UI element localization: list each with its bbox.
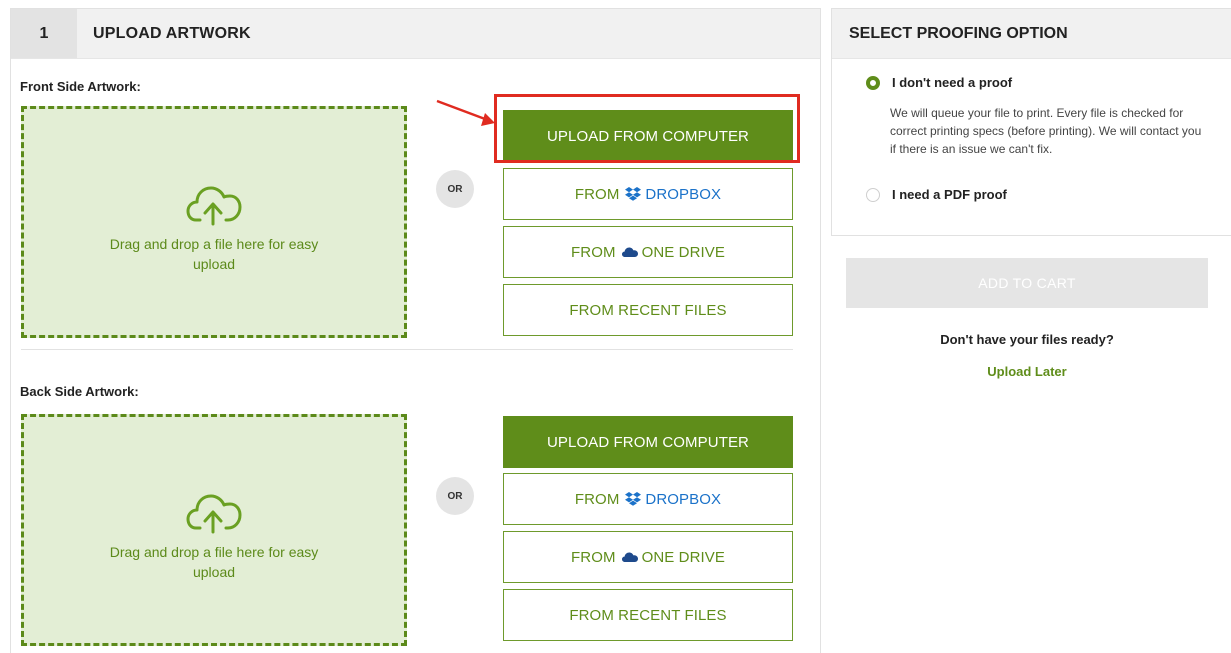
onedrive-icon bbox=[621, 552, 638, 562]
back-dropzone[interactable]: Drag and drop a file here for easy uploa… bbox=[21, 414, 407, 646]
radio-no-proof[interactable] bbox=[866, 75, 880, 90]
front-or-badge: OR bbox=[436, 170, 474, 208]
back-upload-from-computer-button[interactable]: UPLOAD FROM COMPUTER bbox=[503, 416, 793, 468]
dropbox-brand: DROPBOX bbox=[625, 491, 721, 508]
dropbox-brand: DROPBOX bbox=[625, 186, 721, 203]
back-from-onedrive-button[interactable]: FROM ONE DRIVE bbox=[503, 531, 793, 583]
from-label: FROM bbox=[571, 548, 616, 566]
no-proof-description: We will queue your file to print. Every … bbox=[890, 106, 1202, 156]
front-from-onedrive-button[interactable]: FROM ONE DRIVE bbox=[503, 226, 793, 278]
onedrive-label: ONE DRIVE bbox=[641, 243, 725, 261]
front-dropzone-text: Drag and drop a file here for easy uploa… bbox=[109, 236, 319, 272]
front-side-label: Front Side Artwork: bbox=[20, 79, 141, 94]
add-to-cart-button[interactable]: ADD TO CART bbox=[846, 258, 1208, 308]
back-from-recent-files-button[interactable]: FROM RECENT FILES bbox=[503, 589, 793, 641]
cloud-upload-icon bbox=[186, 186, 242, 226]
back-dropzone-text: Drag and drop a file here for easy uploa… bbox=[109, 544, 319, 580]
from-label: FROM bbox=[574, 185, 620, 203]
back-from-dropbox-button[interactable]: FROM DROPBOX bbox=[503, 473, 793, 525]
onedrive-icon bbox=[621, 247, 638, 257]
back-or-badge: OR bbox=[436, 477, 474, 515]
radio-no-proof-label: I don't need a proof bbox=[892, 75, 1013, 90]
radio-pdf-proof-label: I need a PDF proof bbox=[892, 187, 1007, 202]
dropbox-label: DROPBOX bbox=[645, 490, 722, 508]
front-from-dropbox-button[interactable]: FROM DROPBOX bbox=[503, 168, 793, 220]
files-not-ready-text: Don't have your files ready? bbox=[940, 332, 1114, 347]
from-label: FROM bbox=[574, 490, 620, 508]
proof-option-no-proof[interactable]: I don't need a proof bbox=[866, 75, 1012, 90]
step-number: 1 bbox=[11, 9, 77, 58]
dropbox-icon bbox=[625, 492, 642, 506]
upload-artwork-header: 1 UPLOAD ARTWORK bbox=[11, 9, 820, 59]
front-dropzone[interactable]: Drag and drop a file here for easy uploa… bbox=[21, 106, 407, 338]
dropbox-label: DROPBOX bbox=[645, 185, 722, 203]
upload-artwork-title: UPLOAD ARTWORK bbox=[93, 24, 251, 42]
radio-pdf-proof[interactable] bbox=[866, 187, 880, 202]
annotation-arrow-icon bbox=[436, 99, 495, 126]
cloud-upload-icon bbox=[186, 494, 242, 534]
onedrive-label: ONE DRIVE bbox=[641, 548, 725, 566]
from-label: FROM bbox=[571, 243, 616, 261]
proof-option-pdf-proof[interactable]: I need a PDF proof bbox=[866, 187, 1007, 202]
back-side-label: Back Side Artwork: bbox=[20, 384, 139, 399]
annotation-highlight-box bbox=[494, 94, 800, 163]
front-from-recent-files-button[interactable]: FROM RECENT FILES bbox=[503, 284, 793, 336]
upload-later-link[interactable]: Upload Later bbox=[846, 364, 1208, 379]
section-divider bbox=[21, 349, 793, 350]
proofing-title: SELECT PROOFING OPTION bbox=[832, 9, 1231, 59]
dropbox-icon bbox=[625, 187, 642, 201]
